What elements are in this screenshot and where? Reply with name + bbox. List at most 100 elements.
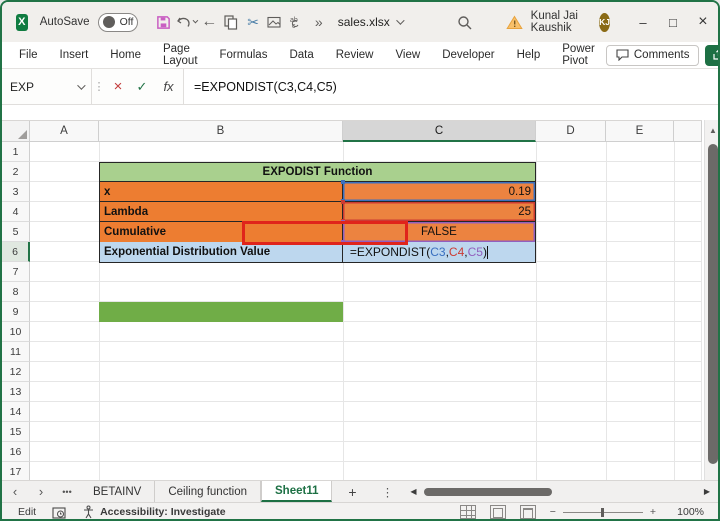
macro-record-icon[interactable] [52,506,66,519]
comments-button[interactable]: Comments [605,44,700,66]
scroll-right-icon[interactable]: ▶ [700,487,714,496]
zoom-out-icon[interactable]: − [550,506,556,518]
back-arrow-icon[interactable]: ← [200,10,218,34]
sheet-tab-sheet11[interactable]: Sheet11 [261,481,333,502]
ribbon-tab-developer[interactable]: Developer [431,42,505,68]
more-commands-icon[interactable]: » [310,10,328,34]
select-all-corner[interactable] [2,121,30,142]
close-button[interactable]: × [688,2,718,42]
horizontal-scroll-thumb[interactable] [424,487,553,496]
filename-dropdown-icon[interactable] [395,16,405,25]
share-button[interactable] [705,44,718,66]
name-box-dropdown-icon[interactable] [77,80,86,90]
row-header-5[interactable]: 5 [2,222,30,242]
ribbon-tab-data[interactable]: Data [278,42,324,68]
row-header-7[interactable]: 7 [2,262,30,282]
ribbon-tab-insert[interactable]: Insert [49,42,100,68]
save-icon[interactable] [154,10,172,34]
next-sheet-icon[interactable]: › [28,481,54,502]
search-icon[interactable] [456,10,474,34]
row-header-11[interactable]: 11 [2,342,30,362]
enter-formula-icon[interactable]: ✓ [130,69,154,104]
add-sheet-button[interactable]: + [332,481,372,502]
column-header-b[interactable]: B [99,121,343,142]
warning-icon[interactable] [505,15,523,30]
row-header-8[interactable]: 8 [2,282,30,302]
sheet-tab-betainv[interactable]: BETAINV [80,481,156,502]
row-header-17[interactable]: 17 [2,462,30,480]
sheet-tabs: BETAINV Ceiling function Sheet11 [80,481,333,502]
document-title[interactable]: sales.xlsx [338,15,405,29]
row-header-12[interactable]: 12 [2,362,30,382]
zoom-level[interactable]: 100% [670,506,704,518]
zoom-slider-thumb[interactable] [600,507,604,517]
column-header-d[interactable]: D [536,121,606,142]
green-filled-cell-b9[interactable] [99,302,343,322]
scroll-left-icon[interactable]: ◀ [406,487,420,496]
table-title-cell[interactable]: EXPODIST Function [100,163,535,182]
formula-input[interactable]: =EXPONDIST(C3,C4,C5) [184,69,718,104]
zoom-in-icon[interactable]: + [650,506,656,518]
vertical-scroll-thumb[interactable] [708,144,718,464]
accessibility-status[interactable]: Accessibility: Investigate [100,506,225,518]
autosave-toggle[interactable]: Off [97,12,139,32]
row-header-14[interactable]: 14 [2,402,30,422]
horizontal-scroll-track[interactable] [420,487,700,497]
row-header-10[interactable]: 10 [2,322,30,342]
page-layout-view-icon[interactable] [489,505,506,519]
vertical-scrollbar[interactable]: ▲ [704,120,718,480]
normal-view-icon[interactable] [459,505,476,519]
paste-picture-icon[interactable] [266,10,284,34]
row-header-2[interactable]: 2 [2,162,30,182]
row-header-13[interactable]: 13 [2,382,30,402]
ribbon-tab-review[interactable]: Review [325,42,385,68]
insert-function-icon[interactable]: fx [154,69,184,104]
label-cell[interactable]: x [100,182,343,201]
page-break-view-icon[interactable] [519,505,536,519]
row-header-9[interactable]: 9 [2,302,30,322]
horizontal-scrollbar[interactable]: ◀ ▶ [402,481,718,502]
sheet-tab-ceiling-function[interactable]: Ceiling function [155,481,261,502]
ribbon-tab-formulas[interactable]: Formulas [209,42,279,68]
row-header-1[interactable]: 1 [2,142,30,162]
copy-icon[interactable] [222,10,240,34]
autosave-label: AutoSave [39,16,90,28]
minimize-button[interactable]: – [628,2,658,42]
result-label-cell[interactable]: Exponential Distribution Value [100,242,343,262]
undo-icon[interactable] [176,10,199,34]
column-header-c[interactable]: C [343,121,536,142]
maximize-button[interactable]: □ [658,2,688,42]
value-cell[interactable]: 0.19 [340,180,535,203]
column-header-e[interactable]: E [606,121,674,142]
ribbon-tab-help[interactable]: Help [506,42,552,68]
row-header-4[interactable]: 4 [2,202,30,222]
tab-menu-icon[interactable]: ⋮ [372,481,402,502]
more-sheets-icon[interactable]: ••• [54,481,80,502]
excel-logo-icon[interactable]: X [16,13,28,31]
ribbon-tab-page-layout[interactable]: Page Layout [152,42,209,68]
user-avatar[interactable]: KJ [599,12,610,32]
ribbon-tab-view[interactable]: View [384,42,431,68]
accessibility-icon[interactable] [82,505,95,519]
cut-icon[interactable]: ✂ [244,10,262,34]
find-replace-icon[interactable]: ab c [288,10,306,34]
name-box[interactable]: EXP [2,69,92,104]
ribbon-tab-power-pivot[interactable]: Power Pivot [551,42,606,68]
active-formula-cell[interactable]: =EXPONDIST(C3,C4,C5) [342,242,535,262]
row-header-15[interactable]: 15 [2,422,30,442]
prev-sheet-icon[interactable]: ‹ [2,481,28,502]
ribbon-tab-file[interactable]: File [8,42,49,68]
column-header-a[interactable]: A [30,121,99,142]
row-header-3[interactable]: 3 [2,182,30,202]
column-header-partial[interactable] [674,121,702,142]
zoom-slider[interactable] [562,507,643,517]
cancel-formula-icon[interactable]: × [106,69,130,104]
row-header-16[interactable]: 16 [2,442,30,462]
user-name[interactable]: Kunal Jai Kaushik [531,10,583,34]
undo-dropdown-icon[interactable] [192,17,199,24]
value-cell[interactable]: 25 [340,200,535,223]
row-header-6[interactable]: 6 [2,242,30,262]
scroll-up-icon[interactable]: ▲ [705,120,718,140]
label-cell[interactable]: Lambda [100,202,343,221]
ribbon-tab-home[interactable]: Home [99,42,152,68]
